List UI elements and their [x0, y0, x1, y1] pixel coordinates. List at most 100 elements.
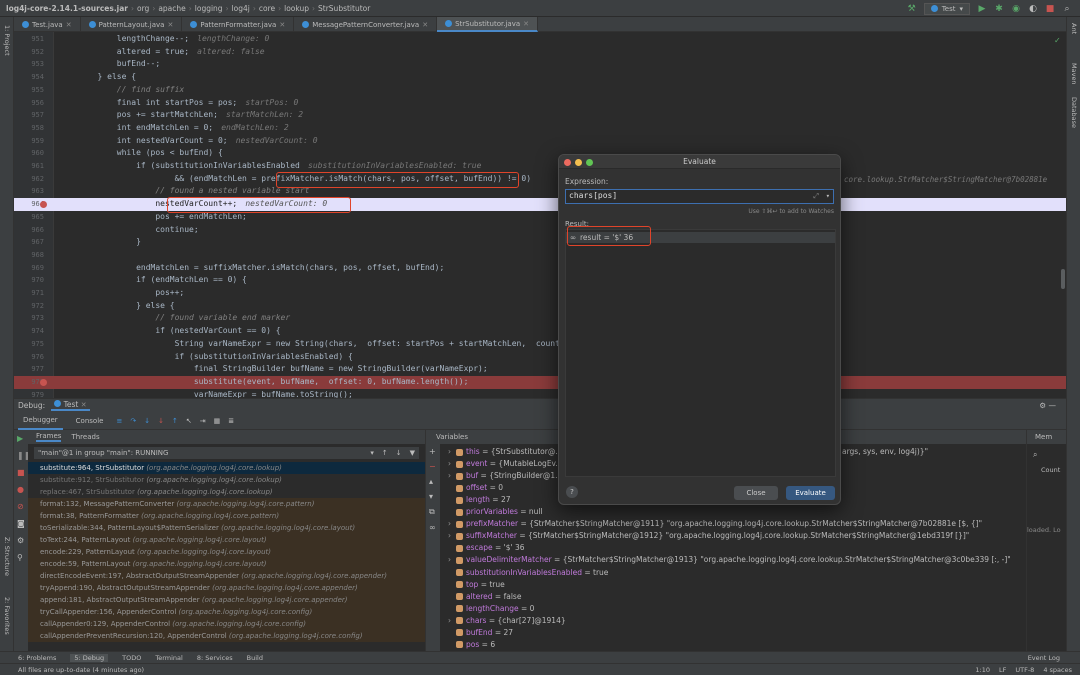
tab-debugger[interactable]: Debugger: [18, 412, 63, 430]
editor-tab[interactable]: MessagePatternConverter.java ✕: [294, 17, 438, 32]
remove-icon[interactable]: −: [426, 459, 440, 474]
step-out-icon[interactable]: ↑: [172, 417, 178, 425]
expand-arrow-icon[interactable]: ›: [448, 518, 456, 530]
breadcrumb-item[interactable]: logging: [195, 4, 223, 13]
stack-frame[interactable]: tryCallAppender:156, AppenderControl (or…: [28, 606, 425, 618]
thread-select[interactable]: "main"@1 in group "main": RUNNING ▾ ↑ ↓ ▼: [34, 447, 419, 459]
variable-row[interactable]: › event = {MutableLogEv...: [448, 458, 563, 470]
status-item[interactable]: UTF-8: [1015, 666, 1034, 674]
hammer-icon[interactable]: ⚒: [907, 4, 917, 14]
variable-row[interactable]: altered = false: [448, 591, 521, 603]
expand-icon[interactable]: ⤢: [813, 190, 819, 202]
stack-frame[interactable]: toSerializable:344, PatternLayout$Patter…: [28, 522, 425, 534]
show-execution-point-icon[interactable]: ≡: [116, 417, 122, 425]
drop-frame-icon[interactable]: ↖: [186, 417, 192, 425]
variable-row[interactable]: escape = '$' 36: [448, 542, 525, 554]
stack-frame[interactable]: tryAppend:190, AbstractOutputStreamAppen…: [28, 582, 425, 594]
settings-icon[interactable]: ⚙: [14, 532, 28, 549]
zoom-window-icon[interactable]: [586, 158, 593, 166]
variable-row[interactable]: › valueDelimiterMatcher = {StrMatcher$Str…: [448, 554, 1011, 566]
coverage-icon[interactable]: ◉: [1011, 4, 1021, 14]
breadcrumb-item[interactable]: StrSubstitutor: [318, 4, 370, 13]
expand-arrow-icon[interactable]: ›: [448, 530, 456, 542]
variable-row[interactable]: › suffixMatcher = {StrMatcher$StringMatch…: [448, 530, 969, 542]
stack-frame[interactable]: callAppenderPreventRecursion:120, Append…: [28, 630, 425, 642]
breadcrumb-item[interactable]: lookup: [284, 4, 309, 13]
editor-tab[interactable]: StrSubstitutor.java ✕: [437, 17, 539, 32]
stack-frame[interactable]: append:181, AbstractOutputStreamAppender…: [28, 594, 425, 606]
stack-frame[interactable]: format:132, MessagePatternConverter (org…: [28, 498, 425, 510]
scroll-thumb[interactable]: [1061, 269, 1065, 289]
breadcrumb-item[interactable]: log4j: [232, 4, 250, 13]
variable-row[interactable]: pos = 6: [448, 639, 495, 651]
run-to-cursor-icon[interactable]: ⇥: [200, 417, 206, 425]
bottom-tab[interactable]: 5: Debug: [70, 653, 109, 662]
search-icon[interactable]: ⌕: [1027, 444, 1066, 466]
code-line[interactable]: 973 // found variable end marker: [14, 312, 1066, 325]
close-button[interactable]: Close: [734, 486, 778, 500]
stack-frame[interactable]: directEncodeEvent:197, AbstractOutputStr…: [28, 570, 425, 582]
maven-tool-button[interactable]: Maven: [1070, 63, 1078, 85]
code-line[interactable]: 976 if (substitutionInVariablesEnabled) …: [14, 351, 1066, 364]
profile-icon[interactable]: ◐: [1028, 4, 1038, 14]
bottom-tab[interactable]: TODO: [122, 654, 141, 662]
code-line[interactable]: 966 continue;: [14, 224, 1066, 237]
breakpoint-icon[interactable]: [40, 201, 47, 209]
code-line[interactable]: 970 if (endMatchLen == 0) {: [14, 274, 1066, 287]
breadcrumb-item[interactable]: apache: [158, 4, 185, 13]
breadcrumb-item[interactable]: log4j-core-2.14.1-sources.jar: [6, 4, 128, 13]
force-step-into-icon[interactable]: ↓: [158, 417, 164, 425]
code-line[interactable]: 958 int endMatchLen = 0; endMatchLen: 2: [14, 122, 1066, 135]
variable-row[interactable]: priorVariables = null: [448, 506, 543, 518]
stop-icon[interactable]: ■: [1045, 4, 1055, 14]
variable-row[interactable]: offset = 0: [448, 482, 503, 494]
code-line[interactable]: 956 final int startPos = pos; startPos: 0: [14, 97, 1066, 110]
layout-icon[interactable]: ≣: [228, 417, 234, 425]
breakpoint-icon[interactable]: [40, 378, 47, 386]
close-icon[interactable]: ✕: [81, 401, 87, 409]
mute-breakpoints-icon[interactable]: ⊘: [14, 498, 28, 515]
debug-session-tab[interactable]: Test ✕: [51, 400, 90, 411]
stack-frame[interactable]: substitute:964, StrSubstitutor (org.apac…: [28, 462, 425, 474]
close-icon[interactable]: ✕: [523, 20, 529, 28]
close-window-icon[interactable]: [564, 158, 571, 166]
filter-icon[interactable]: ▼: [410, 449, 415, 457]
glasses-icon[interactable]: ∞: [426, 520, 440, 535]
count-column[interactable]: Count: [1027, 466, 1066, 474]
memory-tab[interactable]: Mem: [1027, 430, 1066, 444]
variable-row[interactable]: › buf = {StringBuilder@1...: [448, 470, 562, 482]
code-line[interactable]: 960 while (pos < bufEnd) {: [14, 147, 1066, 160]
favorites-tool-button[interactable]: 2: Favorites: [3, 597, 11, 635]
code-line[interactable]: 955 // find suffix: [14, 84, 1066, 97]
variable-row[interactable]: › chars = {char[27]@1914}: [448, 615, 566, 627]
status-item[interactable]: 1:10: [975, 666, 990, 674]
debug-icon[interactable]: ✱: [994, 4, 1004, 14]
code-line[interactable]: 951 lengthChange--; lengthChange: 0: [14, 33, 1066, 46]
stack-frame[interactable]: callAppender0:129, AppenderControl (org.…: [28, 618, 425, 630]
variable-row[interactable]: substitutionInVariablesEnabled = true: [448, 567, 608, 579]
up-icon[interactable]: ▴: [426, 474, 440, 489]
status-item[interactable]: 4 spaces: [1043, 666, 1072, 674]
project-tool-button[interactable]: 1: Project: [3, 25, 11, 56]
code-line[interactable]: 971 pos++;: [14, 287, 1066, 300]
bottom-tab[interactable]: 6: Problems: [18, 654, 56, 662]
ant-tool-button[interactable]: Ant: [1070, 23, 1078, 34]
close-icon[interactable]: ✕: [167, 21, 173, 29]
editor-tab[interactable]: PatternFormatter.java ✕: [182, 17, 295, 32]
code-line[interactable]: 968: [14, 249, 1066, 262]
run-icon[interactable]: ▶: [977, 4, 987, 14]
code-line[interactable]: 961 if (substitutionInVariablesEnabled su…: [14, 160, 1066, 173]
variable-row[interactable]: › prefixMatcher = {StrMatcher$StringMatch…: [448, 518, 982, 530]
variable-row[interactable]: lengthChange = 0: [448, 603, 534, 615]
code-line[interactable]: 952 altered = true; altered: false: [14, 46, 1066, 59]
chevron-down-icon[interactable]: ▾: [826, 190, 830, 202]
expression-input[interactable]: chars[pos] ⤢ ▾: [565, 189, 834, 204]
code-line[interactable]: 972 } else {: [14, 300, 1066, 313]
variable-row[interactable]: top = true: [448, 579, 505, 591]
stack-frame[interactable]: encode:59, PatternLayout (org.apache.log…: [28, 558, 425, 570]
search-icon[interactable]: ⌕: [1062, 4, 1072, 14]
code-line[interactable]: 953 bufEnd--;: [14, 58, 1066, 71]
view-breakpoints-icon[interactable]: ●: [14, 481, 28, 498]
stop-icon[interactable]: ■: [14, 464, 28, 481]
tab-threads[interactable]: Threads: [71, 433, 99, 441]
